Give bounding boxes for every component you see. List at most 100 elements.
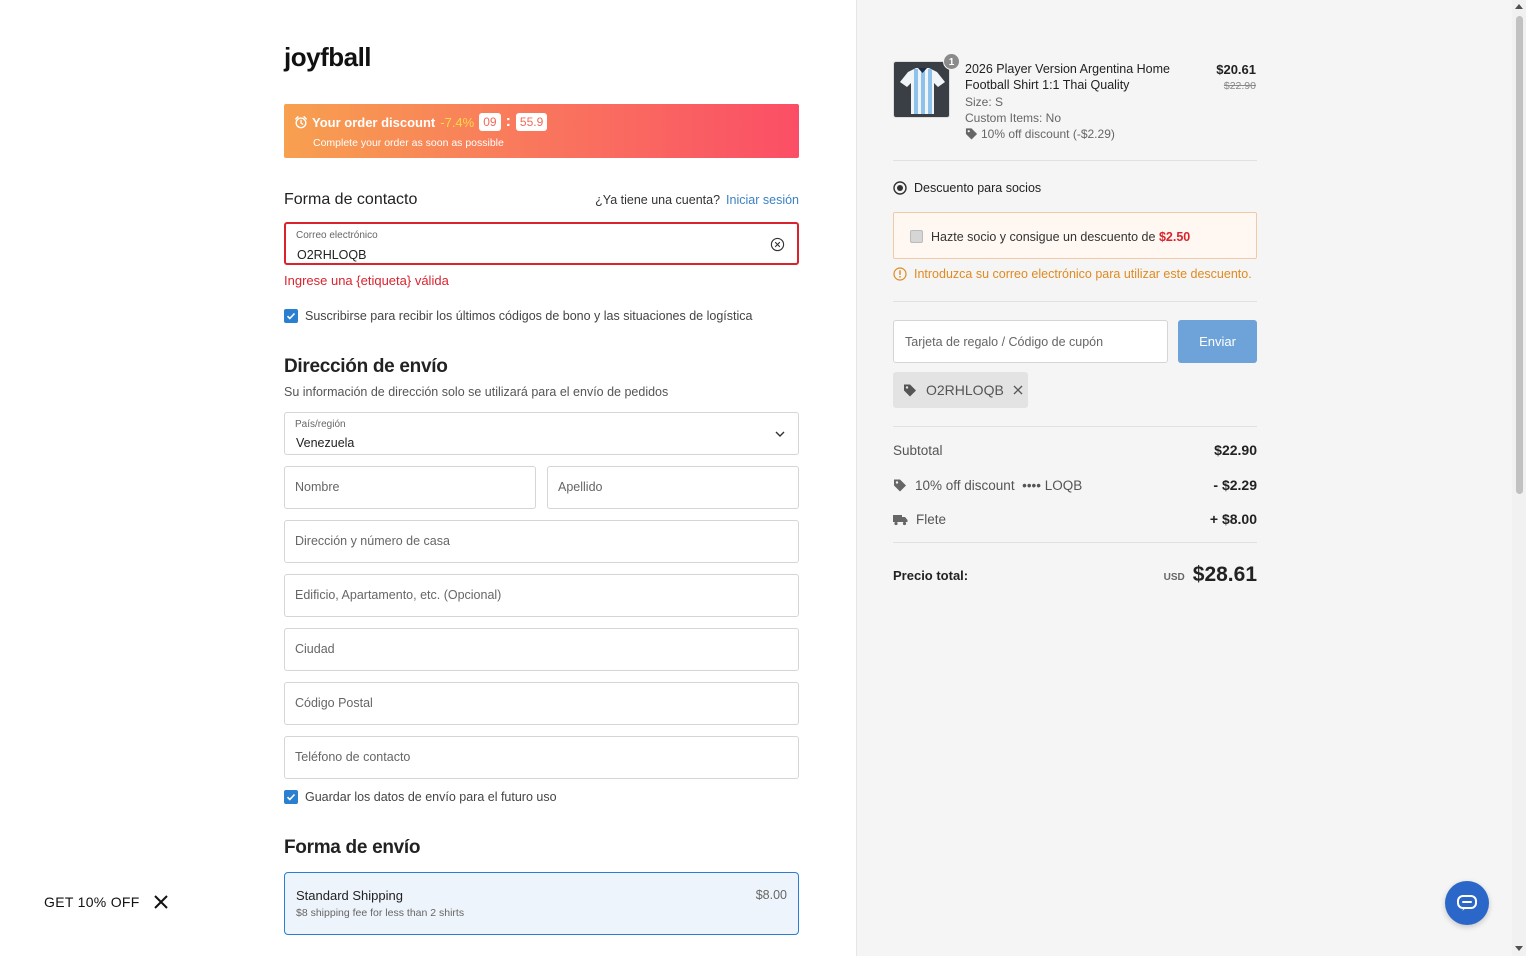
first-name-field[interactable]: Nombre <box>284 466 536 509</box>
product-size: Size: S <box>965 95 1004 109</box>
checkout-form-panel: joyfball Your order discount -7.4% 09 : … <box>0 0 856 956</box>
scrollbar-thumb[interactable] <box>1516 16 1523 494</box>
discount-row: 10% off discount •••• LOQB - $2.29 <box>893 477 1257 493</box>
discount-code: •••• LOQB <box>1022 477 1083 493</box>
store-logo[interactable]: joyfball <box>284 42 372 73</box>
applied-coupon-code: O2RHLOQB <box>926 382 1004 398</box>
checkmark-icon <box>286 793 296 801</box>
account-question: ¿Ya tiene una cuenta? <box>595 193 721 207</box>
order-discount-banner: Your order discount -7.4% 09 : 55.9 Comp… <box>284 104 799 158</box>
total-amount: $28.61 <box>1192 563 1257 586</box>
subscribe-checkbox-row[interactable]: Suscribirse para recibir los últimos cód… <box>284 309 752 323</box>
total-row: Precio total: USD $28.61 <box>893 563 1257 587</box>
clear-input-icon[interactable] <box>770 237 785 252</box>
country-select[interactable]: País/región Venezuela <box>284 412 799 455</box>
info-icon <box>893 267 907 281</box>
freight-label: Flete <box>916 511 947 527</box>
account-prompt: ¿Ya tiene una cuenta? Iniciar sesión <box>595 193 799 207</box>
country-label: País/región <box>295 419 346 430</box>
product-name: 2026 Player Version Argentina Home Footb… <box>965 62 1170 92</box>
tag-icon <box>894 479 906 492</box>
shipping-option-title: Standard Shipping <box>296 888 403 903</box>
member-offer-label: Hazte socio y consigue un descuento de <box>931 230 1156 244</box>
subtotal-label: Subtotal <box>893 442 943 458</box>
subscribe-checkbox[interactable] <box>284 309 298 323</box>
subtotal-amount: $22.90 <box>1214 442 1257 458</box>
countdown-minutes: 09 <box>479 113 501 131</box>
address-field[interactable]: Dirección y número de casa <box>284 520 799 563</box>
member-offer-checkbox[interactable] <box>910 230 923 243</box>
coupon-input[interactable]: Tarjeta de regalo / Código de cupón <box>893 320 1168 363</box>
shipping-address-title: Dirección de envío <box>284 356 448 377</box>
total-label: Precio total: <box>893 567 969 583</box>
countdown-separator: : <box>505 113 511 130</box>
shipping-address-subtitle: Su información de dirección solo se util… <box>284 385 669 399</box>
member-offer-box[interactable]: Hazte socio y consigue un descuento de $… <box>893 212 1257 259</box>
member-title-text: Descuento para socios <box>914 181 1042 195</box>
member-warning-text: Introduzca su correo electrónico para ut… <box>914 267 1252 281</box>
member-warning: Introduzca su correo electrónico para ut… <box>893 267 1252 281</box>
banner-label: Your order discount <box>312 114 436 130</box>
truck-icon <box>893 514 908 525</box>
coupon-placeholder: Tarjeta de regalo / Código de cupón <box>905 335 1104 349</box>
product-image <box>893 61 950 118</box>
checkmark-icon <box>286 312 296 320</box>
save-address-checkbox-row[interactable]: Guardar los datos de envío para el futur… <box>284 790 557 804</box>
coupon-submit-button[interactable]: Enviar <box>1178 320 1257 363</box>
close-icon[interactable] <box>153 894 169 910</box>
total-currency: USD <box>1163 571 1185 583</box>
member-offer-text: Hazte socio y consigue un descuento de $… <box>931 230 1190 244</box>
item-quantity-badge: 1 <box>943 53 960 70</box>
freight-row: Flete + $8.00 <box>893 511 1257 527</box>
postal-code-placeholder: Código Postal <box>295 696 373 710</box>
phone-field[interactable]: Teléfono de contacto <box>284 736 799 779</box>
shirt-image <box>894 62 949 117</box>
discount-label: 10% off discount <box>915 477 1015 493</box>
banner-subtitle: Complete your order as soon as possible <box>313 137 504 149</box>
page-scrollbar[interactable] <box>1512 0 1526 956</box>
product-price: $20.61 <box>1216 62 1256 77</box>
chat-icon <box>1457 895 1477 911</box>
city-field[interactable]: Ciudad <box>284 628 799 671</box>
contact-section-title: Forma de contacto <box>284 191 418 208</box>
banner-percent: -7.4% <box>440 114 475 130</box>
login-link[interactable]: Iniciar sesión <box>726 193 799 207</box>
promo-label[interactable]: GET 10% OFF <box>44 894 140 910</box>
remove-coupon-icon[interactable] <box>1013 385 1023 395</box>
save-address-checkbox[interactable] <box>284 790 298 804</box>
subscribe-label: Suscribirse para recibir los últimos cód… <box>305 309 753 323</box>
save-address-label: Guardar los datos de envío para el futur… <box>305 790 557 804</box>
alarm-clock-icon <box>295 116 307 129</box>
countdown-seconds: 55.9 <box>515 113 548 131</box>
shipping-method-title: Forma de envío <box>284 837 421 858</box>
address-placeholder: Dirección y número de casa <box>295 534 450 548</box>
country-value: Venezuela <box>296 436 355 450</box>
promo-popup[interactable]: GET 10% OFF <box>44 894 169 910</box>
address2-field[interactable]: Edificio, Apartamento, etc. (Opcional) <box>284 574 799 617</box>
chevron-down-icon <box>775 431 785 437</box>
phone-placeholder: Teléfono de contacto <box>295 750 411 764</box>
email-error-message: Ingrese una {etiqueta} válida <box>284 273 449 288</box>
freight-amount: + $8.00 <box>1209 511 1257 527</box>
product-discount-text: 10% off discount (-$2.29) <box>981 127 1115 141</box>
first-name-placeholder: Nombre <box>295 480 340 494</box>
email-value[interactable]: O2RHLOQB <box>297 248 366 262</box>
city-placeholder: Ciudad <box>295 642 335 656</box>
email-field[interactable]: Correo electrónico O2RHLOQB <box>284 222 799 265</box>
member-offer-amount: $2.50 <box>1158 230 1191 244</box>
shipping-option-desc: $8 shipping fee for less than 2 shirts <box>296 907 465 919</box>
divider <box>893 426 1257 427</box>
scroll-down-arrow-icon[interactable] <box>1515 946 1523 951</box>
last-name-field[interactable]: Apellido <box>547 466 799 509</box>
chat-button[interactable] <box>1445 881 1489 925</box>
postal-code-field[interactable]: Código Postal <box>284 682 799 725</box>
shipping-option-standard[interactable]: Standard Shipping $8 shipping fee for le… <box>284 872 799 935</box>
product-discount: 10% off discount (-$2.29) <box>965 127 1115 141</box>
applied-coupon-chip: O2RHLOQB <box>893 372 1028 408</box>
last-name-placeholder: Apellido <box>558 480 603 494</box>
product-old-price: $22.90 <box>1223 80 1256 92</box>
member-discount-title: Descuento para socios <box>893 181 1041 195</box>
address2-placeholder: Edificio, Apartamento, etc. (Opcional) <box>295 588 502 602</box>
scroll-up-arrow-icon[interactable] <box>1515 4 1523 9</box>
tag-icon <box>904 384 916 397</box>
